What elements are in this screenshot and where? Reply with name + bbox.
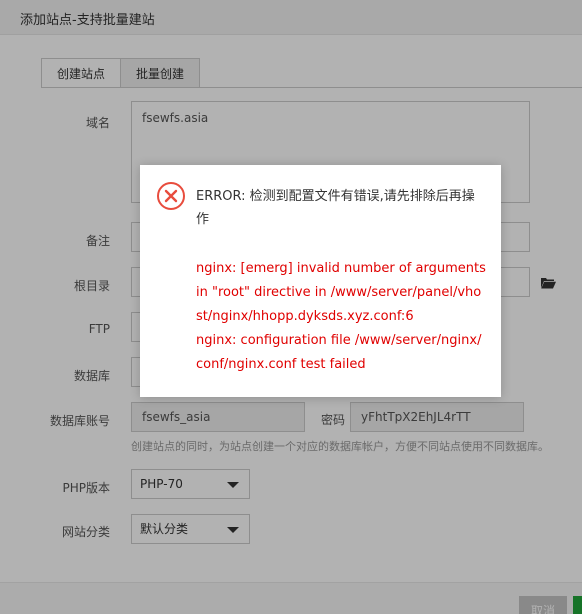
error-modal: ERROR: 检测到配置文件有错误,请先排除后再操作 nginx: [emerg… [140, 165, 501, 397]
error-circle-x-icon [157, 182, 185, 210]
error-detail: nginx: [emerg] invalid number of argumen… [196, 257, 486, 377]
error-title: ERROR: 检测到配置文件有错误,请先排除后再操作 [196, 189, 475, 227]
error-line: nginx: configuration file /www/server/ng… [196, 333, 482, 372]
error-line: nginx: [emerg] invalid number of argumen… [196, 261, 486, 324]
